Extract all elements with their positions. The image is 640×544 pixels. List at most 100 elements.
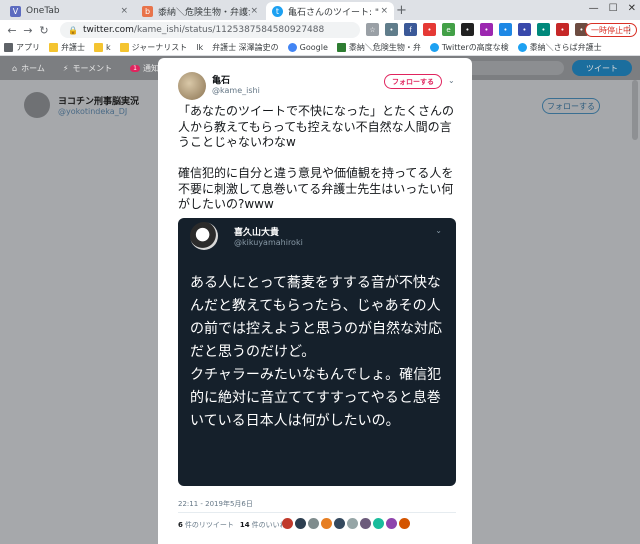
lock-icon: 🔒 [68,25,78,35]
avatar[interactable] [347,518,358,529]
tab-blog[interactable]: b 黍納＼危険生物・弁護士脳汚染 × [136,2,264,20]
quoted-tweet-text: ある人にとって蕎麦をすする音が不快なんだと教えてもらったら、じゃあその人の前では… [190,275,442,429]
avatar[interactable] [386,518,397,529]
avatar[interactable] [360,518,371,529]
maximize-button[interactable]: ☐ [609,3,618,14]
close-icon[interactable]: × [120,6,128,16]
author-handle[interactable]: @kame_ishi [212,86,260,95]
bookmark-folder[interactable]: k [94,43,111,52]
avatar[interactable] [399,518,410,529]
tweet-text: 「あなたのツイートで不快になった」とたくさんの人から教えてもらっても控えない不自… [178,104,455,211]
extension-icon[interactable]: • [480,23,493,36]
page-icon [336,43,346,52]
tweet-timestamp[interactable]: 22:11 - 2019年5月6日 [178,499,253,509]
tweet-permalink-modal: 亀石 @kame_ishi フォローする ⌄ 「あなたのツイートで不快になった」… [158,58,472,544]
twitter-icon: t [272,5,283,17]
follow-button[interactable]: フォローする [542,98,600,114]
minimize-button[interactable]: — [589,3,599,14]
retweet-count[interactable]: 6 [178,521,183,529]
nav-notifications[interactable]: 1 通知 [130,63,159,74]
url-path: /kame_ishi/status/1125387584580927488 [133,25,325,35]
back-button[interactable]: ← [4,24,20,37]
profile-name: ヨコチン刑事脳実況 [58,97,140,107]
folder-icon [94,43,103,52]
extension-icon[interactable]: • [499,23,512,36]
grid-icon [4,43,13,52]
author-name[interactable]: 亀石 [212,73,230,86]
twitter-icon [517,43,527,52]
facebook-icon[interactable]: f [404,23,417,36]
bookmark-twitter[interactable]: 黍納＼さらば弁護士 [517,42,602,53]
divider [178,512,456,513]
nav-label: モーメント [72,63,113,73]
bookmark-page[interactable]: 弁護士 深澤論史の [212,42,279,53]
extensions: ☆ • f • e • • • • • • • [366,23,588,36]
bookmark-folder[interactable]: 弁護士 [49,42,85,53]
tab-title: OneTab [26,6,60,16]
nav-moments[interactable]: ⚡ モーメント [63,63,112,74]
tweet-header: 亀石 @kame_ishi フォローする ⌄ [178,72,458,100]
follow-button[interactable]: フォローする [384,74,442,89]
bookmark-google[interactable]: Google [287,43,328,52]
bookmark-label: k [106,43,111,52]
extension-icon[interactable]: • [556,23,569,36]
quoted-tweet[interactable]: 喜久山大貴 @kikuyamahiroki ⌄ ある人にとって蕎麦をすする音が不… [178,218,456,486]
bookmark-label: ジャーナリスト [131,43,188,52]
url-host: twitter.com [82,25,134,35]
home-icon: ⌂ [12,63,18,73]
browser-tab-bar: V OneTab × b 黍納＼危険生物・弁護士脳汚染 × t 亀石さんのツイー… [0,0,640,20]
like-count[interactable]: 14 [240,521,250,529]
avatar[interactable] [178,72,206,100]
bookmarks-bar: アプリ 弁護士 k ジャーナリスト lk 弁護士 深澤論史の Google 黍納… [0,40,640,56]
menu-icon[interactable]: ⋮ [624,23,635,36]
bookmark-page[interactable]: 黍納＼危険生物・弁 [336,42,421,53]
avatar[interactable] [373,518,384,529]
bookmark-label: 弁護士 深澤論史の [212,43,279,52]
avatar[interactable] [334,518,345,529]
star-icon[interactable]: ☆ [366,23,379,36]
quoted-author-name: 喜久山大貴 [234,228,280,238]
address-bar-row: ← → ↻ 🔒 twitter.com /kame_ishi/status/11… [0,20,640,40]
avatar[interactable] [295,518,306,529]
chevron-down-icon[interactable]: ⌄ [435,226,442,235]
tab-title: 亀石さんのツイート: "「あなたのツ [288,7,380,18]
avatar[interactable] [308,518,319,529]
bookmark-label: アプリ [16,43,40,52]
window-controls: — ☐ ✕ [589,3,636,14]
avatar[interactable] [282,518,293,529]
avatar[interactable] [321,518,332,529]
extension-icon[interactable]: • [518,23,531,36]
avatar [24,92,50,118]
extension-icon[interactable]: • [461,23,474,36]
moments-icon: ⚡ [62,63,69,73]
evernote-icon[interactable]: e [442,23,455,36]
close-window-button[interactable]: ✕ [628,3,636,14]
nav-home[interactable]: ⌂ ホーム [12,63,45,74]
retweet-label[interactable]: 件のリツイート [185,520,234,530]
bookmark-folder[interactable]: ジャーナリスト [119,42,188,53]
bookmark-apps[interactable]: アプリ [4,42,40,53]
search-input[interactable] [460,61,564,75]
close-icon[interactable]: × [250,6,258,16]
reload-button[interactable]: ↻ [36,24,52,37]
profile-handle: @yokotindeka_DJ [58,107,128,116]
tab-twitter[interactable]: t 亀石さんのツイート: "「あなたのツ × [266,2,394,20]
close-icon[interactable]: × [380,6,388,16]
tab-onetab[interactable]: V OneTab × [4,2,134,20]
scrollbar[interactable] [632,80,638,140]
extension-icon[interactable]: • [537,23,550,36]
tab-title: 黍納＼危険生物・弁護士脳汚染 [158,7,250,18]
new-tab-button[interactable]: + [396,3,407,18]
bookmark-page[interactable]: lk [196,43,203,52]
bookmark-label: 黍納＼危険生物・弁 [348,43,421,52]
blog-icon: b [142,5,153,17]
url-input[interactable]: 🔒 twitter.com /kame_ishi/status/11253875… [60,22,360,38]
forward-button[interactable]: → [20,24,36,37]
extension-icon[interactable]: • [385,23,398,36]
notification-badge: 1 [130,64,140,72]
tweet-button[interactable]: ツイート [572,60,632,76]
extension-icon[interactable]: • [423,23,436,36]
avatar [190,222,218,250]
bookmark-twitter[interactable]: Twitterの高度な検 [429,42,509,53]
chevron-down-icon[interactable]: ⌄ [448,76,455,85]
